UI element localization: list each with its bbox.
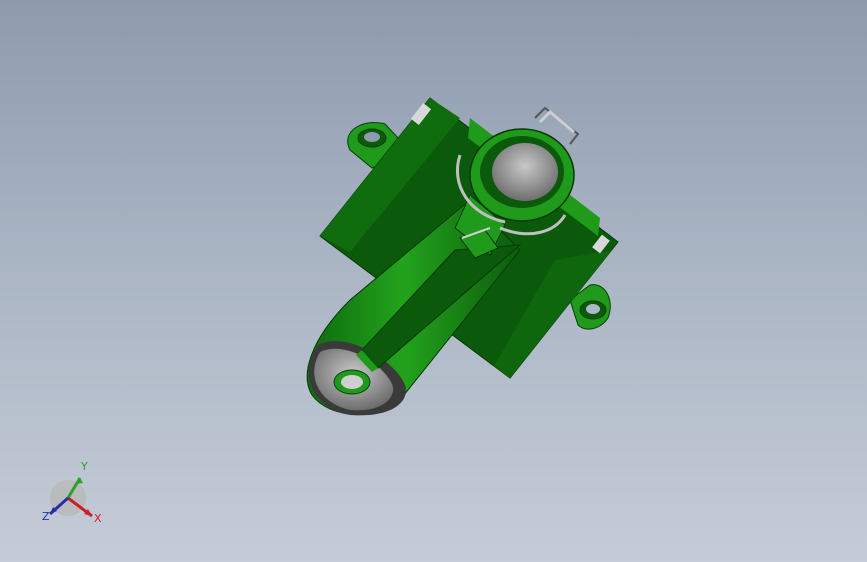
z-axis-label: Z xyxy=(42,510,50,523)
y-axis-label: Y xyxy=(80,460,88,473)
coordinate-triad: Y X Z xyxy=(42,460,102,525)
x-axis-label: X xyxy=(94,512,102,525)
collar-bore xyxy=(492,143,558,201)
3d-model[interactable] xyxy=(0,0,867,562)
graphics-viewport[interactable]: Y X Z xyxy=(0,0,867,562)
